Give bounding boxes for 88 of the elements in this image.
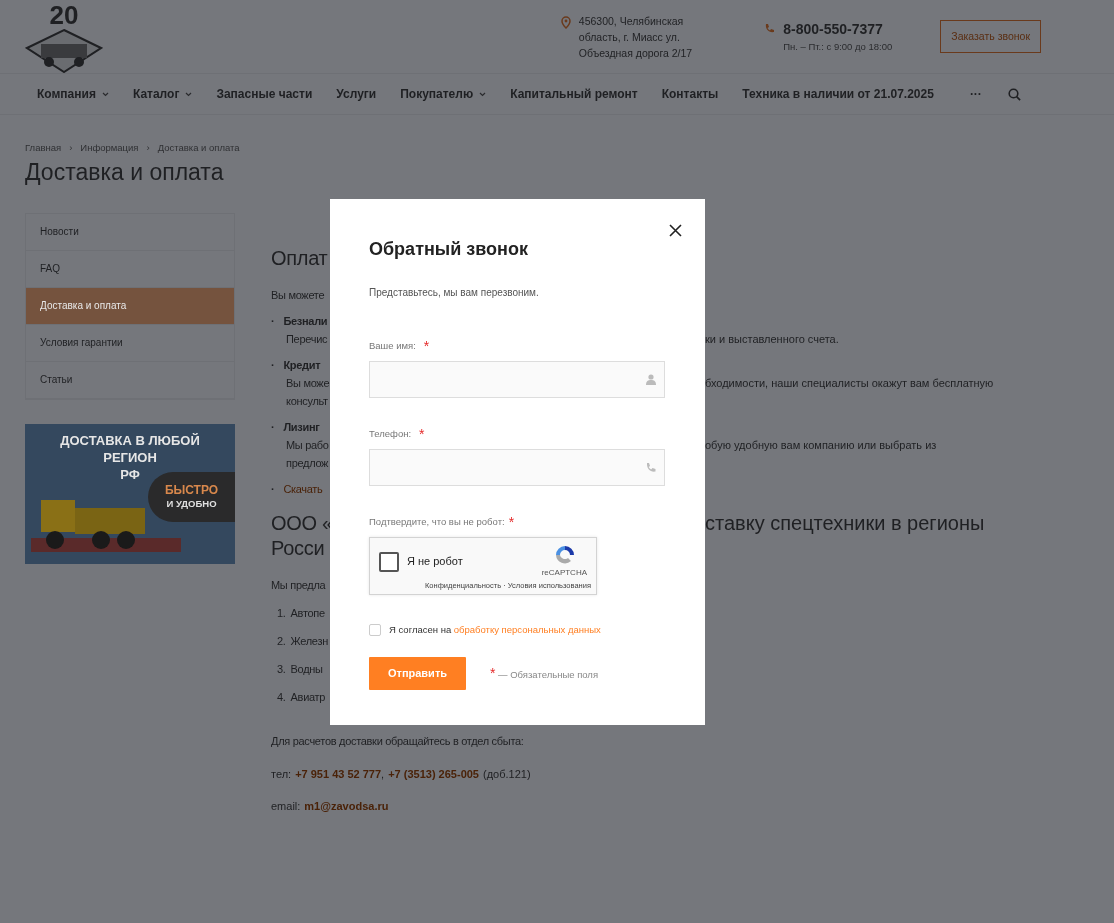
required-asterisk: *	[419, 424, 425, 444]
banner-text: РЕГИОН	[102, 448, 158, 466]
captcha-logo-icon	[553, 543, 577, 566]
banner-text: ДОСТАВКА В ЛЮБОЙ	[59, 431, 201, 449]
phone-input-field[interactable]	[369, 448, 665, 486]
nav-item[interactable]: Компания	[25, 85, 121, 103]
list-item-text: Автопе	[290, 606, 325, 619]
field-label: Подтвердите, что вы не робот:	[369, 514, 505, 529]
breadcrumb-separator: ›	[146, 141, 150, 155]
field-label: Телефон:	[369, 426, 412, 441]
extension-text: (доб.121)	[483, 766, 531, 782]
section-heading: ставку спецтехники в регионы	[705, 511, 985, 536]
captcha-text: Я не робот	[407, 554, 463, 570]
phone-link[interactable]: +7 951 43 52 777	[295, 765, 382, 783]
section-heading: Оплат	[271, 246, 328, 269]
breadcrumb-link[interactable]: Главная	[25, 141, 62, 156]
consent-link[interactable]: обработку персональных данных	[453, 623, 601, 635]
paragraph-text: ки и выставленного счета.	[705, 331, 839, 347]
section-heading: Росси	[271, 536, 325, 559]
paragraph-text: Для расчетов доставки обращайтесь в отдел сбыта:	[271, 734, 524, 747]
banner-badge-text: И УДОБНО	[165, 496, 218, 511]
email-link[interactable]: m1@zavodsa.ru	[304, 798, 389, 815]
page-title: Доставка и оплата	[24, 158, 225, 187]
bullet-marker: ·	[271, 313, 275, 329]
required-asterisk: *	[423, 336, 430, 356]
address-line: Объездная дорога 2/17	[578, 45, 693, 61]
banner-badge-text: БЫСТРО	[163, 482, 220, 497]
callback-button[interactable]: Заказать звонок	[940, 19, 1041, 54]
list-item-text: предлож	[286, 456, 329, 469]
contact-label: email:	[271, 799, 301, 815]
list-number: 3.	[277, 661, 286, 677]
download-link[interactable]: Скачать	[283, 482, 323, 495]
list-item-text: Вы може	[286, 376, 330, 389]
working-hours: Пн. – Пт.: с 9:00 до 18:00	[783, 39, 893, 54]
modal-subtitle: Представьтесь, мы вам перезвоним.	[369, 285, 540, 300]
bullet-marker: ·	[271, 357, 275, 373]
search-icon[interactable]	[1007, 87, 1021, 101]
bullet-marker: ·	[271, 419, 275, 435]
contact-label: тел:	[271, 766, 292, 782]
banner-text: РФ	[119, 465, 141, 483]
breadcrumb-separator: ›	[69, 141, 73, 155]
paragraph-text: бходимости, наши специалисты окажут вам бесплатную	[705, 375, 994, 391]
breadcrumb-link[interactable]: Информация	[80, 141, 139, 156]
phone-icon	[764, 22, 776, 34]
list-item-title: Кредит	[283, 358, 321, 371]
bullet-marker: ·	[271, 481, 275, 497]
required-note: * — Обязательные поля	[490, 663, 599, 683]
list-number: 2.	[277, 633, 286, 649]
nav-item[interactable]: Контакты	[649, 85, 731, 103]
location-pin-icon	[560, 16, 571, 29]
paragraph-text: Вы можете	[271, 288, 325, 301]
list-item-text: Авиатр	[290, 690, 326, 703]
list-item-text: Водны	[290, 662, 323, 675]
list-item-text: консульт	[286, 394, 328, 407]
nav-item[interactable]: Каталог	[120, 85, 205, 103]
nav-item[interactable]: Техника в наличии от 21.07.2025	[730, 85, 946, 103]
submit-button[interactable]: Отправить	[369, 656, 466, 690]
nav-item[interactable]: Услуги	[324, 85, 389, 103]
list-item-text: Железн	[290, 634, 328, 647]
nav-item[interactable]: Капитальный ремонт	[498, 85, 650, 103]
person-icon	[646, 373, 656, 385]
paragraph-text: Мы предла	[271, 578, 326, 591]
address-line: область, г. Миасс ул.	[578, 29, 681, 45]
list-number: 4.	[277, 689, 286, 705]
list-item-text: Перечис	[286, 332, 328, 345]
nav-item[interactable]: ···	[957, 85, 994, 103]
separator-text: ,	[381, 766, 385, 782]
phone-number[interactable]: 8-800-550-7377	[783, 18, 893, 40]
list-number: 1.	[277, 605, 286, 621]
consent-text: Я согласен на обработку персональных данных	[389, 622, 601, 637]
sidebar-item[interactable]: Доставка и оплата	[26, 287, 234, 325]
list-item-title: Лизинг	[283, 420, 320, 433]
list-item-title: Безнали	[283, 314, 328, 327]
nav-item[interactable]: Покупателю	[388, 85, 499, 103]
consent-checkbox[interactable]	[369, 623, 381, 636]
phone-icon	[646, 461, 656, 473]
list-item-text: Мы рабо	[286, 438, 329, 451]
name-input-field[interactable]	[369, 360, 665, 398]
field-label: Ваше имя:	[369, 338, 416, 353]
required-asterisk: *	[508, 512, 515, 532]
address-line: 456300, Челябинская	[578, 13, 685, 29]
captcha-brand: reCAPTCHA	[541, 566, 587, 579]
phone-link[interactable]: +7 (3513) 265-005	[388, 765, 479, 783]
modal-title: Обратный звонок	[369, 239, 529, 261]
captcha-checkbox[interactable]	[379, 551, 399, 572]
paragraph-text: обую удобную вам компанию или выбрать из	[705, 437, 937, 453]
nav-item[interactable]: Запасные части	[204, 85, 325, 103]
close-button[interactable]	[669, 221, 682, 239]
